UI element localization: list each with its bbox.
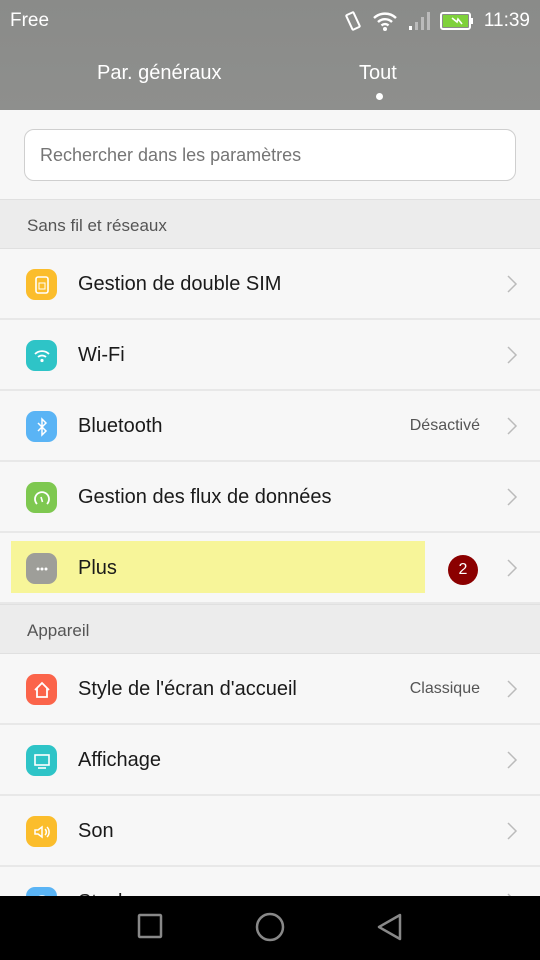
section-header-wireless: Sans fil et réseaux bbox=[0, 199, 540, 249]
settings-item-wi-fi[interactable]: Wi-Fi bbox=[0, 320, 540, 391]
item-label: Plus bbox=[78, 557, 117, 579]
bluetooth-icon bbox=[26, 411, 57, 442]
item-label: Son bbox=[78, 820, 114, 842]
chevron-right-icon bbox=[507, 680, 518, 698]
chevron-right-icon bbox=[507, 275, 518, 293]
highlight bbox=[11, 541, 425, 593]
back-button[interactable] bbox=[376, 912, 404, 947]
display-icon bbox=[26, 745, 57, 776]
settings-item-affichage[interactable]: Affichage bbox=[0, 725, 540, 796]
item-value: Désactivé bbox=[409, 417, 480, 434]
back-triangle-icon bbox=[377, 913, 402, 941]
tab-all[interactable]: Tout bbox=[359, 62, 397, 85]
vibrate-icon bbox=[345, 11, 361, 31]
signal-icon bbox=[408, 12, 430, 30]
navigation-bar bbox=[0, 896, 540, 960]
tab-general[interactable]: Par. généraux bbox=[97, 62, 222, 85]
wifi-icon bbox=[26, 340, 57, 371]
battery-charging-icon bbox=[439, 12, 473, 30]
settings-item-style-de-l-cran-d-accueil[interactable]: Style de l'écran d'accueil Classique bbox=[0, 654, 540, 725]
active-tab-indicator bbox=[376, 93, 383, 100]
square-icon bbox=[137, 913, 163, 939]
chevron-right-icon bbox=[507, 822, 518, 840]
item-label: Gestion de double SIM bbox=[78, 273, 282, 295]
chevron-right-icon bbox=[507, 417, 518, 435]
item-label: Wi-Fi bbox=[78, 344, 125, 366]
chevron-right-icon bbox=[507, 346, 518, 364]
speaker-icon bbox=[26, 816, 57, 847]
search-input[interactable] bbox=[24, 129, 516, 181]
recents-button[interactable] bbox=[137, 912, 163, 945]
clock: 11:39 bbox=[483, 10, 530, 31]
chevron-right-icon bbox=[507, 559, 518, 577]
item-value: Classique bbox=[409, 680, 480, 697]
gauge-icon bbox=[26, 482, 57, 513]
settings-item-gestion-des-flux-de-donn-es[interactable]: Gestion des flux de données bbox=[0, 462, 540, 533]
settings-item-son[interactable]: Son bbox=[0, 796, 540, 867]
section-header-device: Appareil bbox=[0, 604, 540, 654]
wifi-icon bbox=[373, 12, 397, 31]
settings-item-bluetooth[interactable]: Bluetooth Désactivé bbox=[0, 391, 540, 462]
item-label: Style de l'écran d'accueil bbox=[78, 678, 297, 700]
settings-item-gestion-de-double-sim[interactable]: Gestion de double SIM bbox=[0, 249, 540, 320]
item-label: Affichage bbox=[78, 749, 162, 771]
home-icon bbox=[26, 674, 57, 705]
carrier: Free bbox=[10, 10, 50, 31]
chevron-right-icon bbox=[507, 751, 518, 769]
sim-card-icon bbox=[26, 269, 57, 300]
notification-badge: 2 bbox=[448, 555, 478, 585]
circle-icon bbox=[255, 912, 285, 942]
home-button[interactable] bbox=[255, 912, 285, 947]
item-label: Bluetooth bbox=[78, 415, 163, 437]
top-bar: Free 11:39 Par. généraux Tout bbox=[0, 0, 540, 110]
chevron-right-icon bbox=[507, 488, 518, 506]
more-icon bbox=[26, 553, 57, 584]
item-label: Gestion des flux de données bbox=[78, 486, 332, 508]
settings-item-plus[interactable]: Plus 2 bbox=[0, 533, 540, 604]
status-bar: Free 11:39 bbox=[10, 9, 530, 33]
